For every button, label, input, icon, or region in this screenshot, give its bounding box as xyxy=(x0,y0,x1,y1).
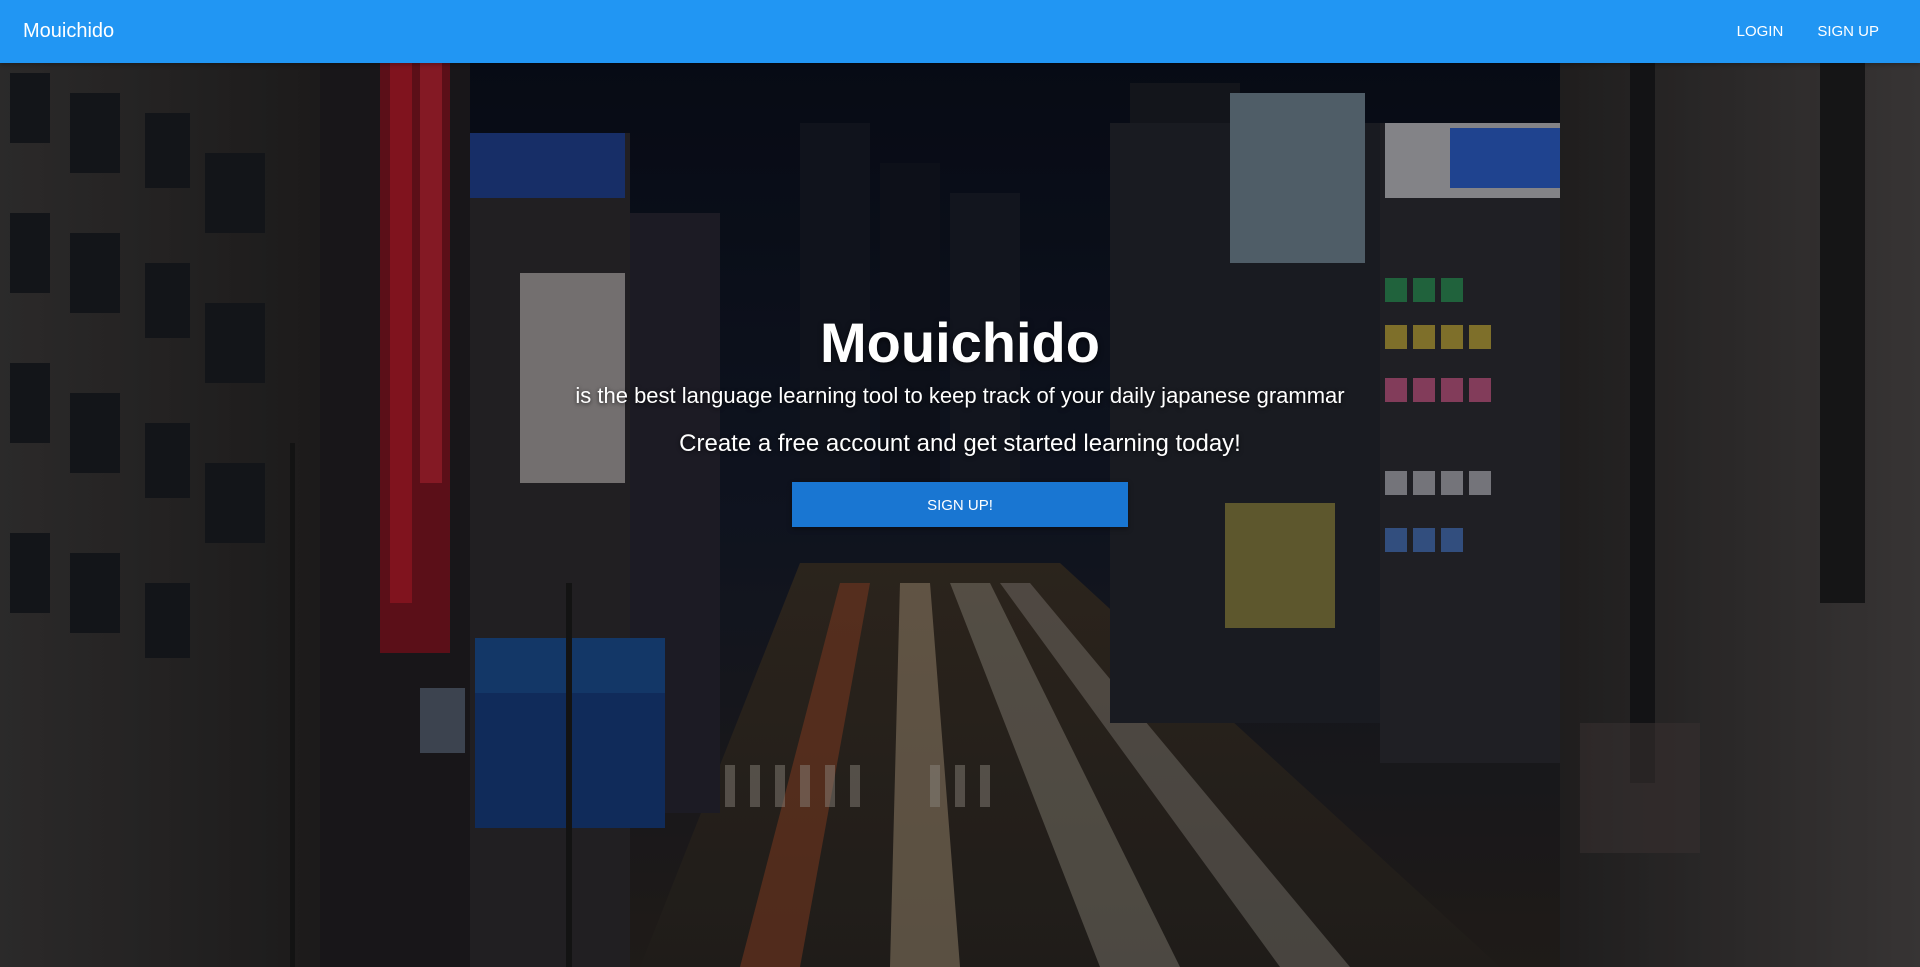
brand-logo[interactable]: Mouichido xyxy=(23,0,114,63)
hero-section: Mouichido is the best language learning … xyxy=(0,63,1920,967)
hero-subtitle: is the best language learning tool to ke… xyxy=(575,383,1345,408)
hero-cta-text: Create a free account and get started le… xyxy=(679,430,1241,457)
top-navbar: Mouichido LOGIN SIGN UP xyxy=(0,0,1920,63)
nav-links: LOGIN SIGN UP xyxy=(1720,0,1896,63)
hero-title: Mouichido xyxy=(820,311,1100,374)
signup-link[interactable]: SIGN UP xyxy=(1800,0,1896,63)
hero-signup-button[interactable]: SIGN UP! xyxy=(792,482,1128,527)
hero-content: Mouichido is the best language learning … xyxy=(0,63,1920,967)
login-link[interactable]: LOGIN xyxy=(1720,0,1801,63)
